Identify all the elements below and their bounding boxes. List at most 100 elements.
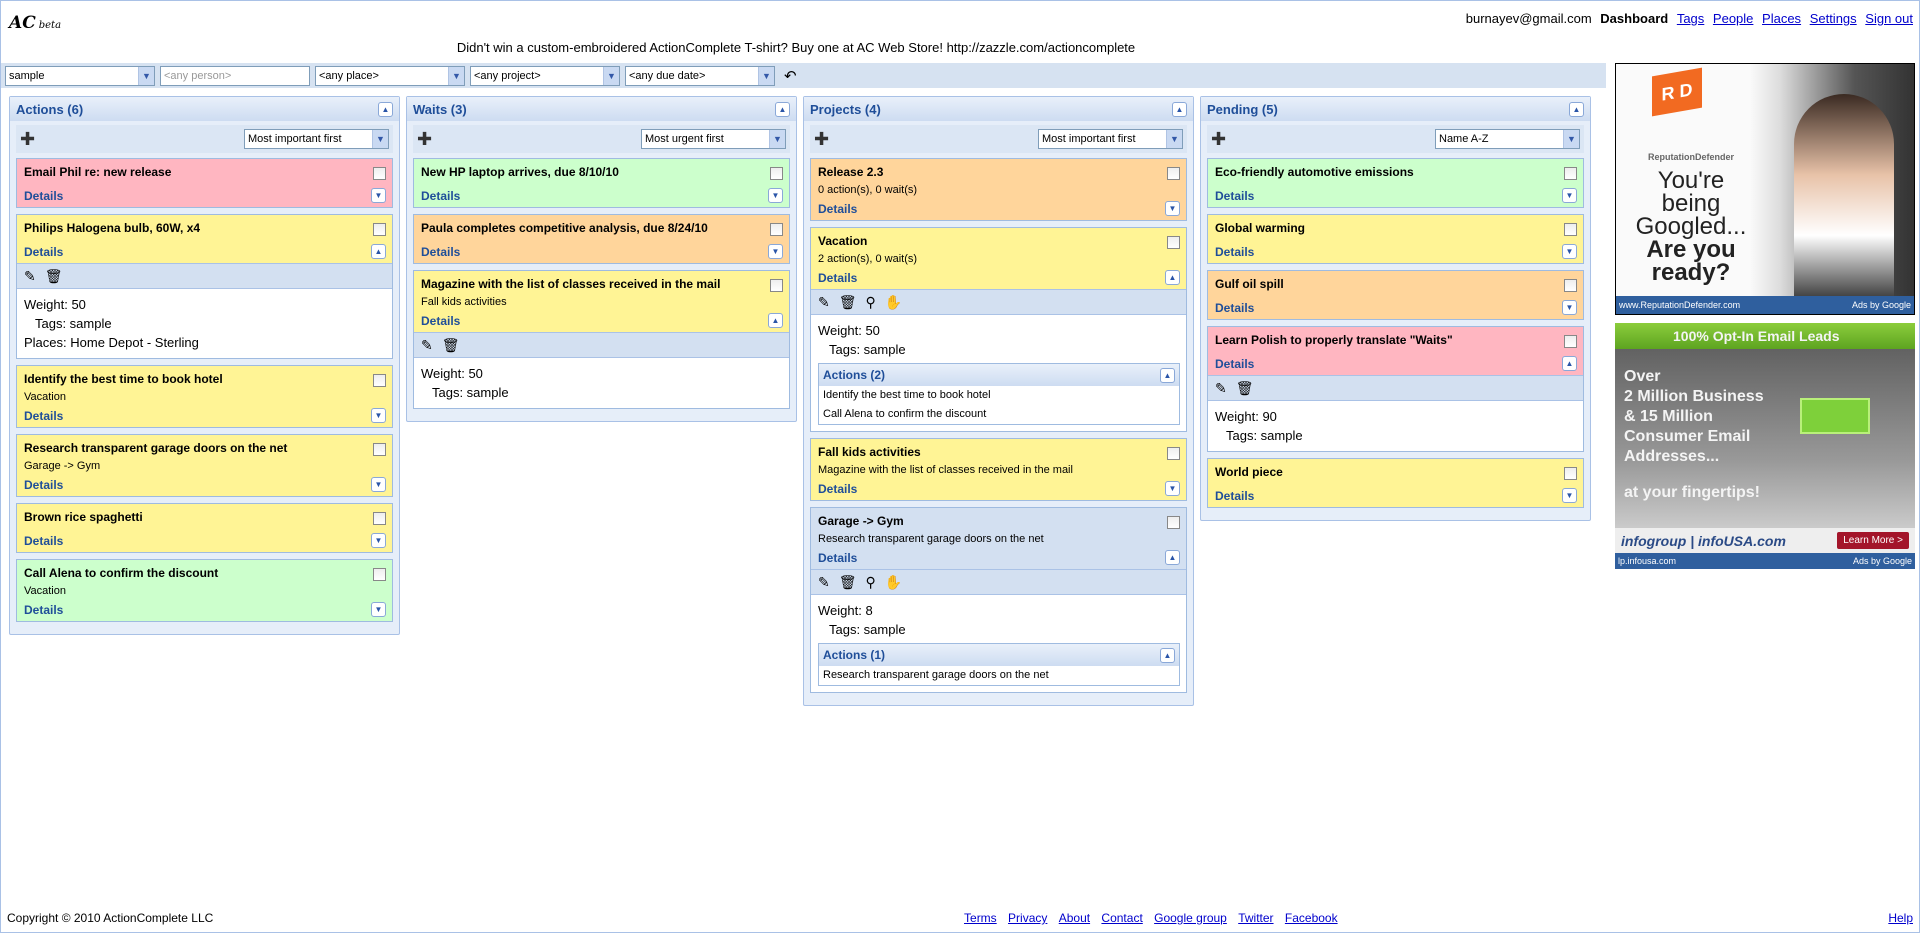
item-card[interactable]: Philips Halogena bulb, 60W, x4 Details ▲ ✎ 🗑… [16,214,393,359]
details-link[interactable]: Details [1215,301,1254,315]
card-title[interactable]: Global warming [1215,221,1577,239]
complete-checkbox[interactable] [373,568,386,581]
expand-details-button[interactable]: ▼ [371,188,386,203]
complete-checkbox[interactable] [770,167,783,180]
item-card[interactable]: Vacation 2 action(s), 0 wait(s) Details ▲ ✎ 🗑… [810,227,1187,432]
reset-filters-icon[interactable]: ↶ [784,67,797,85]
expand-details-button[interactable]: ▼ [1562,488,1577,503]
card-title[interactable]: Call Alena to confirm the discount [24,566,386,584]
item-card[interactable]: Learn Polish to properly translate "Wait… [1207,326,1584,452]
details-link[interactable]: Details [24,409,63,423]
card-title[interactable]: Brown rice spaghetti [24,510,386,528]
complete-checkbox[interactable] [373,443,386,456]
collapse-related-button[interactable]: ▲ [1160,647,1175,663]
add-item-icon[interactable]: ✚ [20,130,35,148]
details-link[interactable]: Details [818,482,857,496]
complete-checkbox[interactable] [770,279,783,292]
footer-link-about[interactable]: About [1059,911,1090,925]
details-link[interactable]: Details [421,245,460,259]
card-title[interactable]: Release 2.3 [818,165,1180,183]
expand-details-button[interactable]: ▼ [1165,201,1180,216]
search-icon[interactable]: ⚲ [866,294,876,311]
edit-icon[interactable]: ✎ [421,337,433,354]
help-link[interactable]: Help [1888,911,1913,925]
card-title[interactable]: Gulf oil spill [1215,277,1577,295]
details-link[interactable]: Details [24,189,63,203]
edit-icon[interactable]: ✎ [818,574,830,591]
item-card[interactable]: Call Alena to confirm the discount Vacati… [16,559,393,622]
related-action-item[interactable]: Identify the best time to book hotel [819,386,1179,405]
card-title[interactable]: New HP laptop arrives, due 8/10/10 [421,165,783,183]
item-card[interactable]: Magazine with the list of classes receiv… [413,270,790,409]
collapse-column-button[interactable]: ▲ [775,101,790,117]
details-link[interactable]: Details [1215,245,1254,259]
collapse-column-button[interactable]: ▲ [1172,101,1187,117]
card-title[interactable]: Eco-friendly automotive emissions [1215,165,1577,183]
trash-icon[interactable]: 🗑 [839,294,857,311]
card-title[interactable]: World piece [1215,465,1577,483]
item-card[interactable]: Gulf oil spill Details ▼ [1207,270,1584,320]
details-link[interactable]: Details [24,245,63,259]
card-title[interactable]: Email Phil re: new release [24,165,386,183]
footer-link-google-group[interactable]: Google group [1154,911,1227,925]
learn-more-button[interactable]: Learn More > [1837,532,1909,549]
complete-checkbox[interactable] [1167,236,1180,249]
item-card[interactable]: Paula completes competitive analysis, du… [413,214,790,264]
footer-link-twitter[interactable]: Twitter [1238,911,1273,925]
collapse-details-button[interactable]: ▲ [1165,550,1180,565]
edit-icon[interactable]: ✎ [818,294,830,311]
due-filter-select[interactable]: <any due date> ▼ [625,65,775,86]
details-link[interactable]: Details [421,189,460,203]
hand-icon[interactable]: ✋ [885,294,902,311]
expand-details-button[interactable]: ▼ [371,477,386,492]
details-link[interactable]: Details [1215,189,1254,203]
footer-link-terms[interactable]: Terms [964,911,997,925]
footer-link-facebook[interactable]: Facebook [1285,911,1338,925]
footer-link-privacy[interactable]: Privacy [1008,911,1047,925]
sort-select[interactable]: Name A-Z ▼ [1435,129,1580,149]
card-title[interactable]: Identify the best time to book hotel [24,372,386,390]
ad-infousa[interactable]: 100% Opt-In Email Leads Over 2 Million B… [1615,319,1915,569]
card-title[interactable]: Garage -> Gym [818,514,1180,532]
add-item-icon[interactable]: ✚ [1211,130,1226,148]
trash-icon[interactable]: 🗑 [1236,380,1254,397]
add-item-icon[interactable]: ✚ [417,130,432,148]
complete-checkbox[interactable] [373,167,386,180]
nav-settings[interactable]: Settings [1810,11,1857,26]
item-card[interactable]: World piece Details ▼ [1207,458,1584,508]
details-link[interactable]: Details [421,314,460,328]
sort-select[interactable]: Most important first ▼ [1038,129,1183,149]
item-card[interactable]: New HP laptop arrives, due 8/10/10 Detail… [413,158,790,208]
item-card[interactable]: Release 2.3 0 action(s), 0 wait(s) Details… [810,158,1187,221]
add-item-icon[interactable]: ✚ [814,130,829,148]
project-filter-select[interactable]: <any project> ▼ [470,65,620,86]
expand-details-button[interactable]: ▼ [768,244,783,259]
ad-url[interactable]: www.ReputationDefender.com [1619,300,1740,310]
search-icon[interactable]: ⚲ [866,574,876,591]
complete-checkbox[interactable] [1564,167,1577,180]
expand-details-button[interactable]: ▼ [371,408,386,423]
person-filter-input[interactable]: <any person> [160,65,310,86]
collapse-details-button[interactable]: ▲ [371,244,386,259]
item-card[interactable]: Email Phil re: new release Details ▼ [16,158,393,208]
details-link[interactable]: Details [818,271,857,285]
details-link[interactable]: Details [24,603,63,617]
item-card[interactable]: Research transparent garage doors on the… [16,434,393,497]
nav-sign-out[interactable]: Sign out [1865,11,1913,26]
related-action-item[interactable]: Call Alena to confirm the discount [819,405,1179,424]
expand-details-button[interactable]: ▼ [371,602,386,617]
item-card[interactable]: Brown rice spaghetti Details ▼ [16,503,393,553]
collapse-details-button[interactable]: ▲ [768,313,783,328]
complete-checkbox[interactable] [1167,516,1180,529]
item-card[interactable]: Identify the best time to book hotel Vaca… [16,365,393,428]
trash-icon[interactable]: 🗑 [45,268,63,285]
card-title[interactable]: Philips Halogena bulb, 60W, x4 [24,221,386,239]
expand-details-button[interactable]: ▼ [1562,244,1577,259]
logo[interactable]: AC beta [9,13,61,33]
nav-tags[interactable]: Tags [1677,11,1704,26]
item-card[interactable]: Garage -> Gym Research transparent garage… [810,507,1187,693]
related-action-item[interactable]: Research transparent garage doors on the… [819,666,1179,685]
complete-checkbox[interactable] [373,223,386,236]
edit-icon[interactable]: ✎ [1215,380,1227,397]
expand-details-button[interactable]: ▼ [371,533,386,548]
